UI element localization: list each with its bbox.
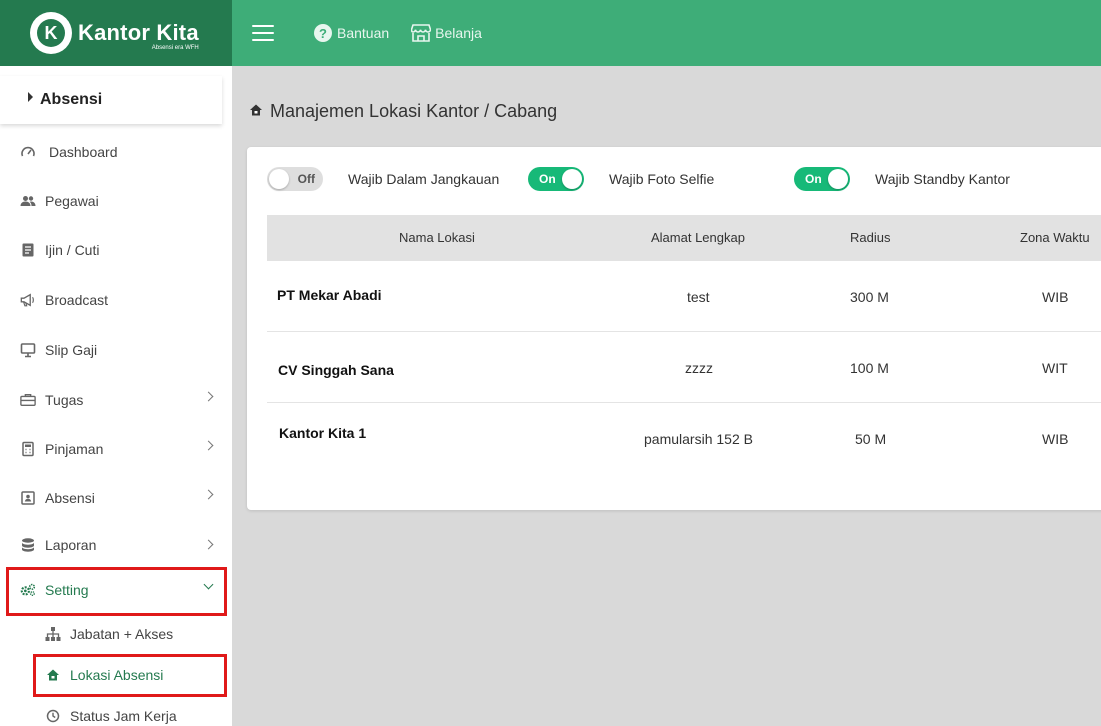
sidebar-item-setting[interactable]: Setting: [0, 570, 232, 610]
topnav-belanja-label: Belanja: [435, 25, 482, 41]
table-header: Nama Lokasi Alamat Lengkap Radius Zona W…: [267, 215, 1101, 261]
sidebar-header-label: Absensi: [40, 91, 103, 108]
sidebar-item-label: Slip Gaji: [45, 342, 98, 358]
sidebar-header[interactable]: Absensi: [0, 76, 222, 124]
toggle-state-label: On: [539, 172, 556, 186]
sidebar-item-label: Absensi: [45, 490, 95, 506]
column-header-nama-lokasi[interactable]: Nama Lokasi: [399, 230, 475, 245]
help-circle-icon: ?: [314, 24, 332, 42]
cell-radius: 100 M: [850, 360, 889, 376]
cell-nama-lokasi: Kantor Kita 1: [279, 425, 367, 441]
sidebar-item-label: Laporan: [45, 537, 97, 553]
cell-alamat: pamularsih 152 B: [644, 431, 753, 447]
table-row[interactable]: PT Mekar Abadi test 300 M WIB: [267, 261, 1101, 332]
cell-zona-waktu: WIB: [1042, 289, 1069, 305]
toggle-caption: Wajib Foto Selfie: [609, 171, 715, 187]
column-header-radius[interactable]: Radius: [850, 230, 890, 245]
sidebar-subitem-lokasi-absensi[interactable]: Lokasi Absensi: [0, 656, 232, 694]
sidebar-subitem-label: Lokasi Absensi: [70, 667, 164, 683]
cell-radius: 300 M: [850, 289, 889, 305]
sidebar-item-ijin-cuti[interactable]: Ijin / Cuti: [0, 230, 232, 270]
topnav-bantuan[interactable]: ? Bantuan: [314, 24, 389, 42]
hamburger-icon[interactable]: [252, 25, 274, 41]
sidebar-subitem-label: Jabatan + Akses: [70, 626, 174, 642]
toggle-caption: Wajib Standby Kantor: [875, 171, 1010, 187]
sidebar-item-label: Dashboard: [49, 144, 118, 160]
megaphone-icon: [20, 292, 36, 308]
sidebar-item-dashboard[interactable]: Dashboard: [0, 132, 232, 172]
brand-text: Kantor Kita Absensi era WFH: [78, 20, 199, 52]
sidebar-subitem-label: Status Jam Kerja: [70, 708, 177, 724]
brand-name: Kantor Kita: [78, 20, 199, 45]
chevron-right-icon: [203, 391, 214, 402]
sidebar-item-label: Tugas: [45, 392, 84, 408]
home-icon: [249, 101, 263, 122]
sidebar-item-broadcast[interactable]: Broadcast: [0, 280, 232, 320]
cell-alamat: zzzz: [685, 360, 713, 376]
toggle-knob: [269, 169, 289, 189]
toggle-caption: Wajib Dalam Jangkauan: [348, 171, 500, 187]
sidebar-item-label: Pinjaman: [45, 441, 104, 457]
toggle-knob: [828, 169, 848, 189]
cell-zona-waktu: WIB: [1042, 431, 1069, 447]
clock-icon: [45, 708, 61, 724]
table-row[interactable]: CV Singgah Sana zzzz 100 M WIT: [267, 332, 1101, 403]
toggle-wajib-foto-selfie[interactable]: On: [528, 167, 584, 191]
table-row[interactable]: Kantor Kita 1 pamularsih 152 B 50 M WIB: [267, 403, 1101, 474]
sidebar: Absensi Dashboard Pegawai Ijin / Cuti Br…: [0, 66, 232, 726]
sidebar-item-slip-gaji[interactable]: Slip Gaji: [0, 330, 232, 370]
sidebar-subitem-jabatan-akses[interactable]: Jabatan + Akses: [0, 615, 232, 653]
cell-nama-lokasi: CV Singgah Sana: [278, 362, 394, 378]
chevron-right-icon: [203, 489, 214, 500]
caret-right-icon: [28, 92, 33, 102]
monitor-icon: [20, 342, 36, 358]
briefcase-icon: [20, 392, 36, 408]
brand-logo-letter: K: [37, 19, 65, 47]
people-icon: [20, 193, 36, 209]
toggle-state-label: Off: [297, 172, 315, 186]
cell-nama-lokasi: PT Mekar Abadi: [277, 287, 382, 303]
brand[interactable]: K Kantor Kita Absensi era WFH: [0, 0, 232, 66]
sidebar-item-pegawai[interactable]: Pegawai: [0, 181, 232, 221]
sidebar-item-laporan[interactable]: Laporan: [0, 525, 232, 565]
shop-icon: [411, 24, 432, 42]
document-icon: [20, 242, 36, 258]
topnav-bantuan-label: Bantuan: [337, 25, 390, 41]
location-card: Off Wajib Dalam Jangkauan On Wajib Foto …: [247, 147, 1101, 510]
chevron-right-icon: [203, 440, 214, 451]
chevron-down-icon: [203, 579, 214, 590]
cell-alamat: test: [687, 289, 710, 305]
sidebar-item-label: Pegawai: [45, 193, 99, 209]
topnav-belanja[interactable]: Belanja: [411, 24, 482, 42]
sidebar-item-label: Broadcast: [45, 292, 109, 308]
sitemap-icon: [45, 626, 61, 642]
chevron-right-icon: [203, 539, 214, 550]
toggle-wajib-dalam-jangkauan[interactable]: Off: [267, 167, 323, 191]
toggle-state-label: On: [805, 172, 822, 186]
sidebar-item-label: Ijin / Cuti: [45, 242, 100, 258]
sidebar-subitem-status-jam-kerja[interactable]: Status Jam Kerja: [0, 697, 232, 726]
cell-radius: 50 M: [855, 431, 887, 447]
toggle-knob: [562, 169, 582, 189]
topbar: ? Bantuan Belanja: [232, 0, 1101, 66]
sidebar-item-absensi[interactable]: Absensi: [0, 478, 232, 518]
gears-icon: [20, 582, 36, 598]
sidebar-item-label: Setting: [45, 582, 89, 598]
id-card-icon: [20, 490, 36, 506]
gauge-icon: [20, 144, 36, 160]
sidebar-item-pinjaman[interactable]: Pinjaman: [0, 429, 232, 469]
page-title: Manajemen Lokasi Kantor / Cabang: [249, 101, 557, 122]
brand-tagline: Absensi era WFH: [151, 45, 199, 51]
page-title-text: Manajemen Lokasi Kantor / Cabang: [270, 101, 558, 121]
brand-logo-icon: K: [30, 12, 72, 54]
toggle-wajib-standby-kantor[interactable]: On: [794, 167, 850, 191]
column-header-zona-waktu[interactable]: Zona Waktu: [1020, 230, 1090, 245]
database-icon: [20, 537, 36, 553]
sidebar-item-tugas[interactable]: Tugas: [0, 380, 232, 420]
column-header-alamat-lengkap[interactable]: Alamat Lengkap: [651, 230, 745, 245]
cell-zona-waktu: WIT: [1042, 360, 1068, 376]
home-icon: [45, 667, 61, 683]
calculator-icon: [20, 441, 36, 457]
